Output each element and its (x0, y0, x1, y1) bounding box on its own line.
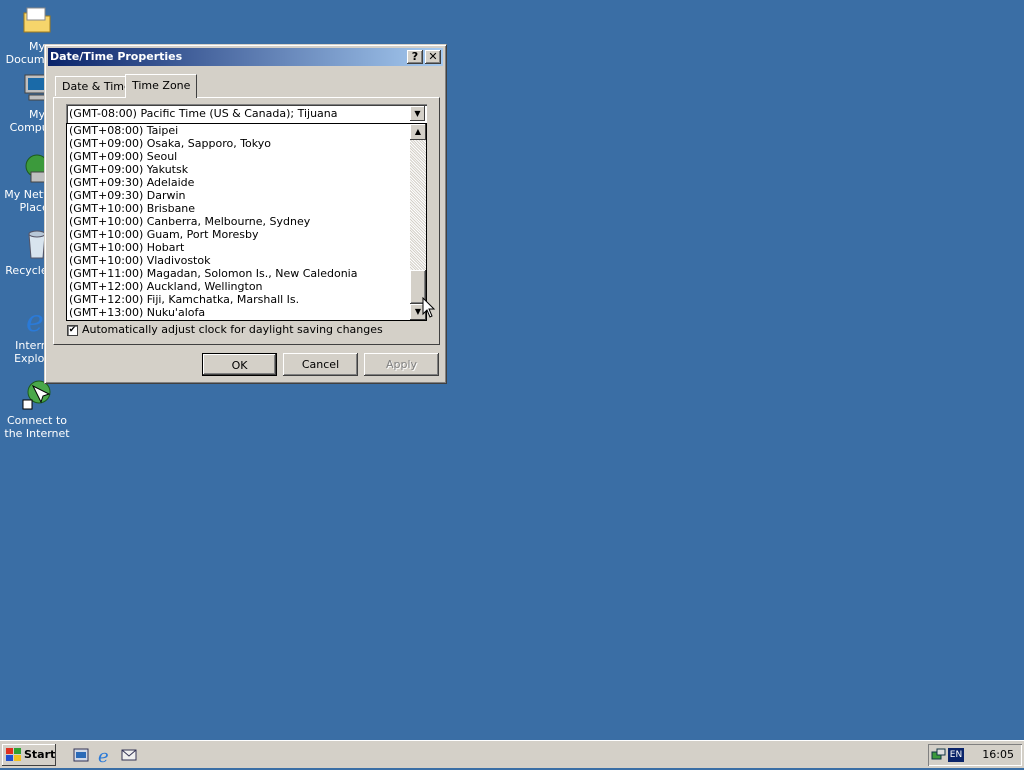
list-scrollbar[interactable]: ▲ ▼ (410, 124, 426, 320)
internet-explorer-quicklaunch-icon[interactable]: e (96, 746, 114, 767)
chevron-down-icon[interactable]: ▼ (410, 106, 425, 121)
start-label: Start (24, 748, 56, 761)
list-item[interactable]: (GMT+09:00) Osaka, Sapporo, Tokyo (67, 137, 426, 150)
desktop-icon-connect-internet[interactable]: Connect to the Internet (0, 378, 74, 440)
time-zone-dropdown[interactable]: (GMT-08:00) Pacific Time (US & Canada); … (66, 104, 427, 123)
time-zone-selected: (GMT-08:00) Pacific Time (US & Canada); … (69, 107, 338, 120)
list-item[interactable]: (GMT+10:00) Canberra, Melbourne, Sydney (67, 215, 426, 228)
title-bar[interactable]: Date/Time Properties ? ✕ (48, 48, 443, 66)
list-item[interactable]: (GMT+10:00) Brisbane (67, 202, 426, 215)
help-button[interactable]: ? (407, 50, 423, 64)
list-item[interactable]: (GMT+12:00) Fiji, Kamchatka, Marshall Is… (67, 293, 426, 306)
list-item[interactable]: (GMT+09:30) Adelaide (67, 176, 426, 189)
daylight-checkbox[interactable]: ✔ (67, 324, 78, 336)
time-zone-list[interactable]: (GMT+08:00) Taipei (GMT+09:00) Osaka, Sa… (66, 123, 427, 321)
clock[interactable]: 16:05 (982, 744, 1014, 766)
scroll-up-icon[interactable]: ▲ (410, 124, 426, 140)
window-title: Date/Time Properties (50, 50, 183, 63)
list-item[interactable]: (GMT+09:00) Yakutsk (67, 163, 426, 176)
list-item[interactable]: (GMT+10:00) Hobart (67, 241, 426, 254)
system-tray: EN 16:05 (928, 744, 1022, 766)
close-button[interactable]: ✕ (425, 50, 441, 64)
list-item[interactable]: (GMT+11:00) Magadan, Solomon Is., New Ca… (67, 267, 426, 280)
start-button[interactable]: Start (2, 744, 56, 766)
windows-logo-icon (6, 748, 21, 770)
svg-text:e: e (98, 746, 109, 764)
desktop-icon-label: Connect to the Internet (4, 414, 70, 440)
list-item[interactable]: (GMT+09:00) Seoul (67, 150, 426, 163)
time-zone-options: (GMT+08:00) Taipei (GMT+09:00) Osaka, Sa… (67, 124, 426, 319)
ok-button[interactable]: OK (202, 353, 277, 376)
taskbar: Start e EN 16:05 (0, 740, 1024, 768)
list-item[interactable]: (GMT+13:00) Nuku'alofa (67, 306, 426, 319)
folder-documents-icon (21, 4, 53, 36)
list-item[interactable]: (GMT+10:00) Guam, Port Moresby (67, 228, 426, 241)
daylight-checkbox-label: Automatically adjust clock for daylight … (82, 323, 383, 336)
outlook-express-icon[interactable] (120, 746, 138, 764)
daylight-saving-option[interactable]: ✔ Automatically adjust clock for daylight… (67, 323, 383, 337)
tab-time-zone[interactable]: Time Zone (125, 74, 198, 98)
close-icon: ✕ (428, 50, 438, 63)
list-item[interactable]: (GMT+12:00) Auckland, Wellington (67, 280, 426, 293)
language-indicator[interactable]: EN (948, 748, 964, 762)
list-item[interactable]: (GMT+09:30) Darwin (67, 189, 426, 202)
apply-button[interactable]: Apply (364, 353, 439, 376)
list-item[interactable]: (GMT+10:00) Vladivostok (67, 254, 426, 267)
svg-text:e: e (26, 304, 44, 335)
network-tray-icon[interactable] (931, 747, 947, 766)
list-item[interactable]: (GMT+08:00) Taipei (67, 124, 426, 137)
cancel-button[interactable]: Cancel (283, 353, 358, 376)
date-time-properties-window: Date/Time Properties ? ✕ Date & Time Tim… (44, 44, 447, 384)
show-desktop-icon[interactable] (72, 746, 90, 764)
